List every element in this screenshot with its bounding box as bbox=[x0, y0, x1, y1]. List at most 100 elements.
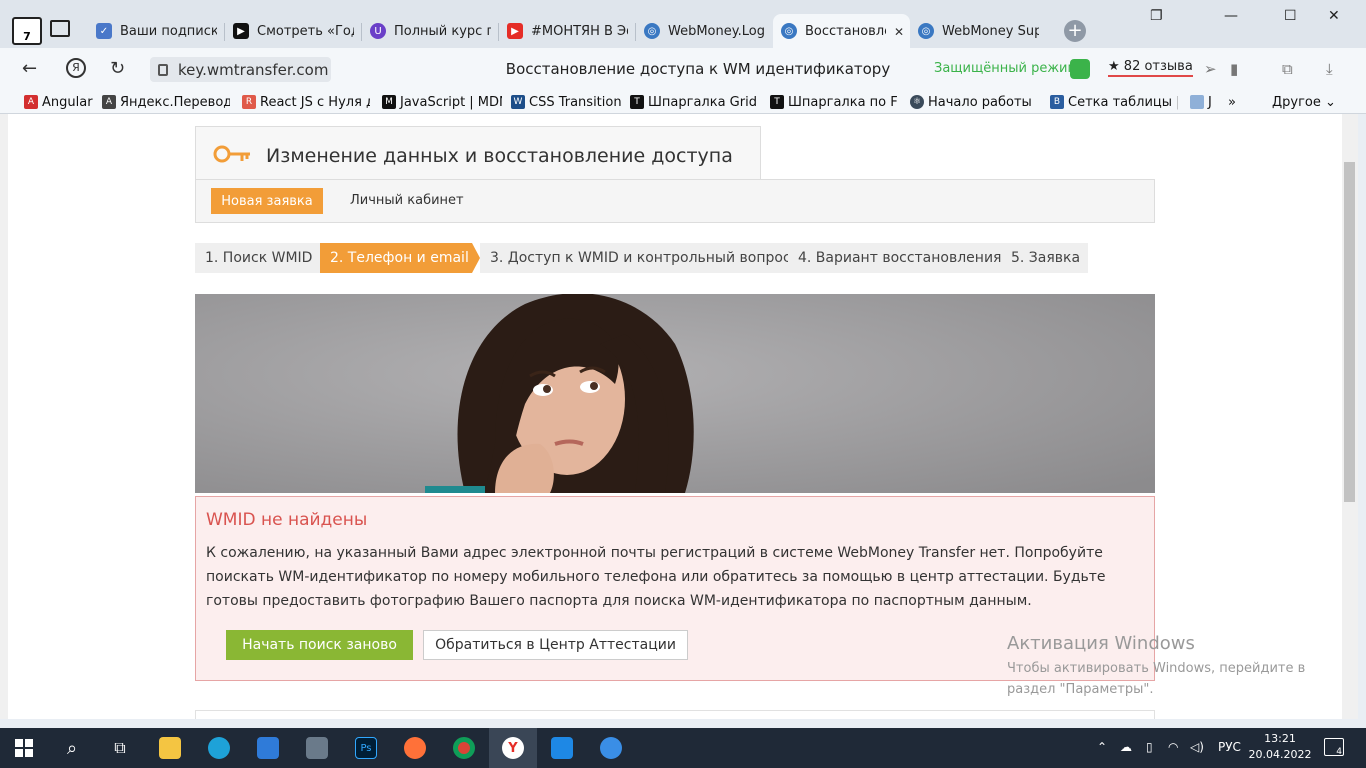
tab-subscriptions[interactable]: ✓ Ваши подписки bbox=[88, 14, 225, 48]
flex-cheatsheet-icon: T bbox=[770, 95, 784, 109]
bookmark-react[interactable]: R React JS с Нуля до bbox=[242, 93, 370, 111]
battery-icon[interactable]: ▯ bbox=[1146, 740, 1153, 754]
collections-icon[interactable]: ❐ bbox=[1150, 8, 1163, 24]
step-access-question: 3. Доступ к WMID и контрольный вопрос bbox=[480, 243, 791, 273]
reload-icon[interactable]: ↻ bbox=[110, 58, 125, 79]
step-restore-option: 4. Вариант восстановления bbox=[788, 243, 1001, 273]
windows-start-icon[interactable] bbox=[0, 728, 48, 768]
cabinet-link[interactable]: Личный кабинет bbox=[350, 193, 464, 208]
scrollbar[interactable] bbox=[1342, 114, 1358, 719]
tab-label: Полный курс п bbox=[394, 23, 491, 39]
wifi-icon[interactable]: ◠ bbox=[1168, 740, 1178, 754]
new-tab-icon[interactable]: + bbox=[1064, 20, 1086, 42]
tab-webmoney-log[interactable]: ◎ WebMoney.Log bbox=[636, 14, 773, 48]
firefox-icon[interactable] bbox=[391, 728, 439, 768]
url-text: key.wmtransfer.com bbox=[178, 60, 329, 79]
bookmark-label: Angular bbox=[42, 94, 93, 110]
bookmark-j[interactable]: J bbox=[1190, 93, 1220, 111]
scrollbar-thumb[interactable] bbox=[1344, 162, 1355, 502]
bookmark-table-grid[interactable]: B Сетка таблицы | h bbox=[1050, 93, 1178, 111]
back-icon[interactable]: ← bbox=[22, 58, 37, 79]
minimize-icon[interactable]: — bbox=[1224, 8, 1238, 24]
chevron-up-icon[interactable]: ⌃ bbox=[1097, 740, 1107, 754]
notification-icon[interactable]: 4 bbox=[1324, 738, 1344, 757]
bookmark-label: Яндекс.Переводч bbox=[120, 94, 230, 110]
maximize-icon[interactable]: ☐ bbox=[1284, 8, 1297, 24]
file-explorer-icon[interactable] bbox=[146, 728, 194, 768]
other-bookmarks[interactable]: Другое ⌄ bbox=[1272, 93, 1336, 111]
task-view-icon[interactable]: ⧉ bbox=[96, 728, 144, 768]
shield-icon[interactable] bbox=[1070, 59, 1090, 79]
webmoney-icon: ◎ bbox=[781, 23, 797, 39]
tab-label: Восстановле bbox=[805, 23, 886, 39]
share-icon[interactable]: ➢ bbox=[1204, 60, 1217, 78]
vscode-icon[interactable] bbox=[538, 728, 586, 768]
download-icon[interactable]: ⤓ bbox=[1326, 60, 1333, 78]
restart-search-button[interactable]: Начать поиск заново bbox=[226, 630, 413, 660]
new-request-button[interactable]: Новая заявка bbox=[211, 188, 323, 214]
w3-icon: W bbox=[511, 95, 525, 109]
edge-icon[interactable] bbox=[195, 728, 243, 768]
play-icon: ▶ bbox=[233, 23, 249, 39]
bookmark-mdn[interactable]: M JavaScript | MDN bbox=[382, 93, 502, 111]
bookmark-icon[interactable]: ▮ bbox=[1230, 60, 1238, 78]
bookmark-grid[interactable]: T Шпаргалка Grid C bbox=[630, 93, 758, 111]
step-search-wmid: 1. Поиск WMID bbox=[195, 243, 320, 273]
language-indicator[interactable]: РУС bbox=[1218, 740, 1241, 754]
watermark-text: Чтобы активировать Windows, перейдите в … bbox=[1007, 661, 1306, 697]
attestation-center-button[interactable]: Обратиться в Центр Аттестации bbox=[423, 630, 688, 660]
yandex-browser-icon[interactable]: Y bbox=[489, 728, 537, 768]
tab-label: WebMoney.Log bbox=[668, 23, 765, 39]
header-card: Изменение данных и восстановление доступ… bbox=[195, 126, 761, 181]
search-icon[interactable]: ⌕ bbox=[48, 728, 96, 768]
mail-icon[interactable] bbox=[244, 728, 292, 768]
calculator-icon[interactable] bbox=[293, 728, 341, 768]
bookmark-label: React JS с Нуля до bbox=[260, 94, 370, 110]
youtube-icon: ▶ bbox=[507, 23, 523, 39]
webmoney-icon: ◎ bbox=[918, 23, 934, 39]
bookmark-label: CSS Transitions bbox=[529, 94, 621, 110]
tab-watch[interactable]: ▶ Смотреть «Год bbox=[225, 14, 362, 48]
tab-course[interactable]: U Полный курс п bbox=[362, 14, 499, 48]
bookmark-css-transitions[interactable]: W CSS Transitions bbox=[511, 93, 621, 111]
tab-youtube[interactable]: ▶ #МОНТЯН В Эф bbox=[499, 14, 636, 48]
yandex-icon[interactable]: Я bbox=[66, 58, 86, 78]
bookmark-label: J bbox=[1208, 94, 1212, 110]
watermark-title: Активация Windows bbox=[1007, 633, 1195, 654]
bookmark-label: Сетка таблицы | h bbox=[1068, 94, 1178, 110]
volume-icon[interactable]: ◁) bbox=[1190, 740, 1204, 754]
notification-count: 4 bbox=[1336, 747, 1342, 757]
alert-text: К сожалению, на указанный Вами адрес эле… bbox=[206, 545, 1106, 609]
more-bookmarks-icon[interactable]: » bbox=[1228, 93, 1242, 111]
reviews-link[interactable]: ★ 82 отзыва bbox=[1108, 59, 1193, 77]
bookmark-flex[interactable]: T Шпаргалка по Fle bbox=[770, 93, 898, 111]
clock[interactable]: 13:21 20.04.2022 bbox=[1248, 731, 1312, 763]
tab-label: #МОНТЯН В Эф bbox=[531, 23, 628, 39]
close-window-icon[interactable]: ✕ bbox=[1328, 8, 1340, 24]
bookmark-translate[interactable]: A Яндекс.Переводч bbox=[102, 93, 230, 111]
page-content: Изменение данных и восстановление доступ… bbox=[8, 114, 1342, 719]
site-icon bbox=[1190, 95, 1204, 109]
app-icon[interactable] bbox=[587, 728, 635, 768]
bookmark-label: Шпаргалка Grid C bbox=[648, 94, 758, 110]
thinking-woman-illustration bbox=[195, 294, 1155, 493]
photoshop-icon[interactable]: Ps bbox=[342, 728, 390, 768]
new-window-icon[interactable] bbox=[50, 20, 70, 37]
onedrive-icon[interactable]: ☁ bbox=[1120, 740, 1132, 754]
home-badge: 7 bbox=[23, 30, 31, 43]
close-icon[interactable]: ✕ bbox=[894, 25, 904, 39]
tab-restore[interactable]: ◎ Восстановле ✕ bbox=[773, 14, 910, 48]
secure-mode-label[interactable]: Защищённый режим bbox=[934, 61, 1077, 76]
clock-time: 13:21 bbox=[1264, 732, 1296, 745]
translate-icon: A bbox=[102, 95, 116, 109]
alert-title: WMID не найдены bbox=[206, 510, 368, 530]
url-field[interactable]: key.wmtransfer.com bbox=[150, 57, 331, 82]
clock-date: 20.04.2022 bbox=[1248, 748, 1312, 761]
home-icon[interactable]: 7 bbox=[12, 17, 42, 45]
tabs-manager-icon[interactable]: ⧉ bbox=[1282, 60, 1293, 78]
other-bookmarks-label: Другое bbox=[1272, 94, 1321, 110]
chrome-icon[interactable] bbox=[440, 728, 488, 768]
bookmark-getting-started[interactable]: ⚛ Начало работы – bbox=[910, 93, 1036, 111]
tab-webmoney-support[interactable]: ◎ WebMoney Sup bbox=[910, 14, 1047, 48]
bookmark-angular[interactable]: A Angular bbox=[24, 93, 96, 111]
